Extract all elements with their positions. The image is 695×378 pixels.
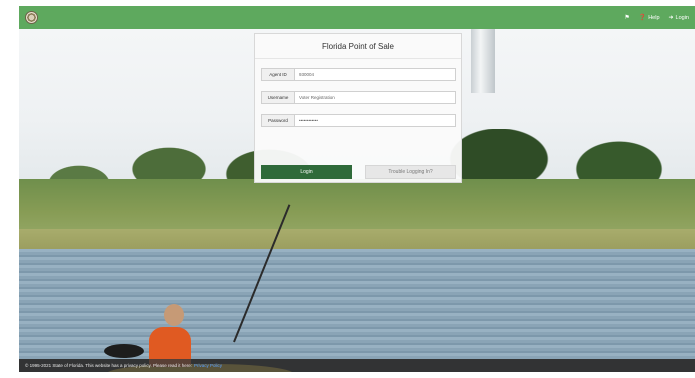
help-icon: ❓: [638, 14, 647, 21]
marsh-grass: [19, 229, 695, 251]
login-link-label: Login: [675, 14, 689, 21]
privacy-policy-link[interactable]: Privacy Policy: [194, 363, 222, 368]
top-nav-bar: ⚑ ❓ Help ➜ Login: [19, 6, 695, 29]
username-input[interactable]: [295, 92, 455, 103]
background-photo: Florida Point of Sale Agent ID Username …: [19, 23, 695, 372]
password-field: Password: [261, 114, 456, 127]
login-panel: Florida Point of Sale Agent ID Username …: [254, 33, 462, 183]
agent-id-input[interactable]: [295, 69, 455, 80]
shrubs: [19, 179, 695, 234]
trouble-logging-in-button[interactable]: Trouble Logging In?: [365, 165, 456, 179]
water: [19, 249, 695, 359]
username-label: Username: [262, 92, 295, 103]
login-button[interactable]: Login: [261, 165, 352, 179]
username-field: Username: [261, 91, 456, 104]
login-title: Florida Point of Sale: [255, 34, 461, 59]
login-icon: ➜: [668, 14, 674, 21]
password-label: Password: [262, 115, 295, 126]
bell-icon[interactable]: ⚑: [624, 15, 629, 21]
login-link[interactable]: ➜ Login: [669, 15, 690, 21]
state-seal-icon[interactable]: [25, 11, 38, 24]
kayak-paddle: [104, 344, 144, 358]
password-input[interactable]: [295, 115, 455, 126]
browser-viewport: Florida Point of Sale Agent ID Username …: [19, 6, 695, 372]
agent-id-label: Agent ID: [262, 69, 295, 80]
top-nav-links: ⚑ ❓ Help ➜ Login: [624, 15, 689, 21]
lighthouse: [471, 29, 495, 93]
footer: © 1995-2021 State of Florida. This websi…: [19, 359, 695, 372]
help-label: Help: [648, 14, 660, 21]
footer-text: © 1995-2021 State of Florida. This websi…: [25, 363, 192, 368]
agent-id-field: Agent ID: [261, 68, 456, 81]
help-link[interactable]: ❓ Help: [639, 15, 660, 21]
kayaker-head: [164, 304, 184, 326]
